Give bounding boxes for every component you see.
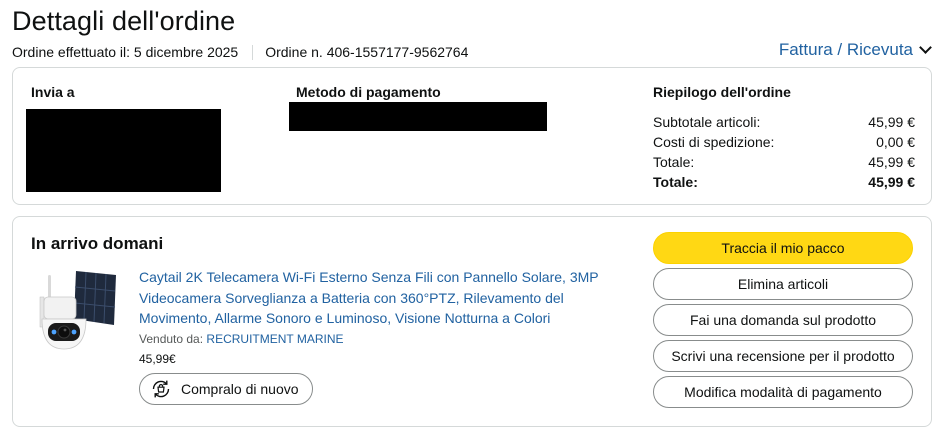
meta-divider <box>252 44 254 60</box>
summary-row-grand-total: Totale: 45,99 € <box>653 172 915 192</box>
ask-product-question-button[interactable]: Fai una domanda sul prodotto <box>653 304 913 336</box>
payment-method-title: Metodo di pagamento <box>296 84 441 100</box>
summary-row-shipping: Costi di spedizione: 0,00 € <box>653 132 915 152</box>
change-payment-button[interactable]: Modifica modalità di pagamento <box>653 376 913 408</box>
order-meta: Ordine effettuato il: 5 dicembre 2025 Or… <box>12 44 468 60</box>
arrival-status: In arrivo domani <box>31 234 164 253</box>
order-number: Ordine n. 406-1557177-9562764 <box>265 44 469 60</box>
summary-label: Totale: <box>653 174 698 190</box>
ship-to-title: Invia a <box>31 84 75 100</box>
summary-row-subtotal: Subtotale articoli: 45,99 € <box>653 112 915 132</box>
product-image[interactable] <box>30 267 122 359</box>
buy-again-label: Compralo di nuovo <box>181 381 299 397</box>
seller-line: Venduto da: RECRUITMENT MARINE <box>139 332 344 346</box>
rebuy-icon <box>152 380 170 398</box>
summary-row-total: Totale: 45,99 € <box>653 152 915 172</box>
summary-label: Totale: <box>653 154 695 170</box>
item-price: 45,99€ <box>139 352 176 366</box>
write-review-button[interactable]: Scrivi una recensione per il prodotto <box>653 340 913 372</box>
summary-label: Subtotale articoli: <box>653 114 761 130</box>
order-date: Ordine effettuato il: 5 dicembre 2025 <box>12 44 239 60</box>
order-summary-table: Subtotale articoli: 45,99 € Costi di spe… <box>653 112 915 192</box>
summary-value: 45,99 € <box>868 174 915 190</box>
order-actions: Traccia il mio pacco Elimina articoli Fa… <box>653 232 913 412</box>
summary-value: 0,00 € <box>876 134 915 150</box>
delete-items-button[interactable]: Elimina articoli <box>653 268 913 300</box>
invoice-dropdown[interactable]: Fattura / Ricevuta <box>779 40 932 60</box>
invoice-link-label[interactable]: Fattura / Ricevuta <box>779 40 913 60</box>
chevron-down-icon <box>919 41 932 54</box>
sold-by-label: Venduto da: <box>139 332 204 346</box>
order-summary-title: Riepilogo dell'ordine <box>653 84 791 100</box>
seller-link[interactable]: RECRUITMENT MARINE <box>206 332 343 346</box>
redacted-address <box>26 109 221 192</box>
camera-product-icon <box>30 267 122 359</box>
order-summary-card: Invia a Metodo di pagamento Riepilogo de… <box>12 67 932 205</box>
page-title: Dettagli dell'ordine <box>12 6 236 36</box>
track-package-button[interactable]: Traccia il mio pacco <box>653 232 913 264</box>
summary-label: Costi di spedizione: <box>653 134 775 150</box>
summary-value: 45,99 € <box>868 114 915 130</box>
redacted-payment <box>289 102 547 131</box>
product-title-link[interactable]: Caytail 2K Telecamera Wi-Fi Esterno Senz… <box>139 267 619 329</box>
shipment-card: In arrivo domani Caytail 2K Telecamera W… <box>12 216 932 427</box>
buy-again-button[interactable]: Compralo di nuovo <box>139 373 313 405</box>
summary-value: 45,99 € <box>868 154 915 170</box>
